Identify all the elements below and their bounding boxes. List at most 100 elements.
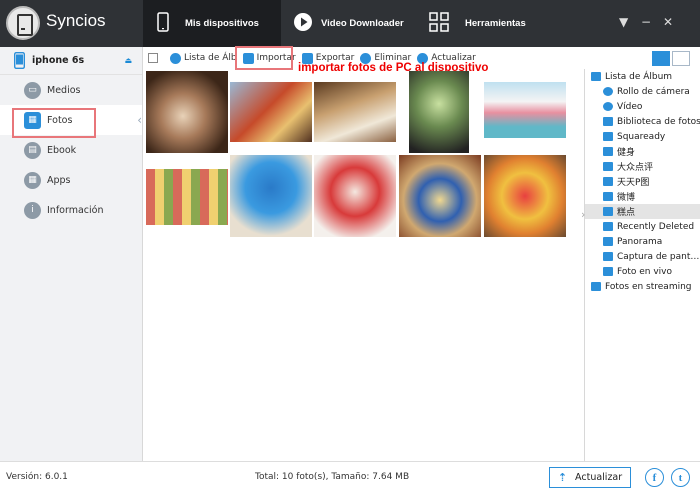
minimize-icon[interactable]: − bbox=[641, 15, 651, 29]
album-label: 大众点评 bbox=[617, 163, 654, 173]
album-label: Biblioteca de fotos bbox=[617, 116, 700, 127]
photo-thumbnail[interactable] bbox=[484, 155, 566, 237]
album-item[interactable]: Rollo de cámera bbox=[585, 84, 700, 99]
album-label: 天天P图 bbox=[617, 178, 650, 188]
album-icon bbox=[603, 132, 613, 141]
photo-thumbnail[interactable] bbox=[409, 71, 469, 153]
photo-thumbnail[interactable] bbox=[230, 82, 312, 142]
sidebar-item-ebook[interactable]: ▤ Ebook bbox=[0, 135, 142, 165]
nav-label: Mis dispositivos bbox=[185, 18, 259, 29]
facebook-icon[interactable]: f bbox=[645, 468, 664, 487]
eject-icon[interactable]: ⏏ bbox=[124, 56, 132, 65]
back-arrow-icon bbox=[170, 52, 181, 64]
album-label: Captura de pant… bbox=[617, 251, 700, 262]
album-label: Rollo de cámera bbox=[617, 86, 690, 97]
nav-tools[interactable]: Herramientas bbox=[419, 0, 557, 47]
menu-dropdown-icon[interactable]: ▼ bbox=[619, 15, 628, 29]
status-bar: Versión: 6.0.1 Total: 10 foto(s), Tamaño… bbox=[0, 461, 700, 492]
tv-icon: ▭ bbox=[24, 81, 41, 99]
nav-label: Herramientas bbox=[465, 18, 526, 29]
album-icon bbox=[603, 147, 613, 156]
album-item[interactable]: Fotos en streaming bbox=[585, 279, 700, 294]
album-item[interactable]: 微博 bbox=[585, 189, 700, 204]
photo-thumbnail[interactable] bbox=[314, 82, 396, 142]
photo-thumbnail[interactable] bbox=[314, 155, 396, 237]
album-icon bbox=[603, 207, 613, 216]
sidebar-item-label: Información bbox=[47, 204, 104, 216]
album-label: 糕点 bbox=[617, 208, 636, 218]
album-item[interactable]: Vídeo bbox=[585, 99, 700, 114]
album-item[interactable]: Biblioteca de fotos bbox=[585, 114, 700, 129]
twitter-icon[interactable]: t bbox=[671, 468, 690, 487]
album-panel: › Lista de Álbum Rollo de cámera Vídeo B… bbox=[581, 69, 700, 461]
update-button[interactable]: ⇡ Actualizar bbox=[549, 467, 631, 488]
import-highlight-box bbox=[235, 46, 293, 70]
photos-highlight-box bbox=[12, 108, 96, 138]
album-label: Fotos en streaming bbox=[605, 281, 692, 292]
grid-icon bbox=[429, 12, 449, 35]
nav-video-downloader[interactable]: Video Downloader bbox=[281, 0, 419, 47]
album-icon bbox=[603, 117, 613, 126]
album-item[interactable]: Foto en vivo bbox=[585, 264, 700, 279]
sidebar-item-apps[interactable]: ▦ Apps bbox=[0, 165, 142, 195]
syncios-logo-icon bbox=[6, 6, 40, 40]
album-icon bbox=[591, 282, 601, 291]
book-icon: ▤ bbox=[24, 141, 41, 159]
list-view-icon[interactable] bbox=[652, 51, 670, 66]
album-list-label: Lista de Álb bbox=[184, 53, 237, 63]
close-icon[interactable]: ✕ bbox=[663, 15, 673, 29]
album-icon bbox=[603, 192, 613, 201]
grid-view-icon[interactable] bbox=[672, 51, 690, 66]
app-title: Syncios bbox=[46, 11, 106, 30]
total-text: Total: 10 foto(s), Tamaño: 7.64 MB bbox=[255, 472, 410, 482]
album-icon bbox=[603, 177, 613, 186]
album-list-button[interactable]: Lista de Álb bbox=[170, 52, 237, 64]
photo-thumbnail[interactable] bbox=[399, 155, 481, 237]
device-name: iphone 6s bbox=[32, 55, 85, 66]
album-item[interactable]: 大众点评 bbox=[585, 159, 700, 174]
album-item[interactable]: 糕点 bbox=[585, 204, 700, 219]
album-item[interactable]: 健身 bbox=[585, 144, 700, 159]
album-item[interactable]: 天天P图 bbox=[585, 174, 700, 189]
update-label: Actualizar bbox=[575, 472, 623, 483]
camera-icon bbox=[603, 102, 613, 111]
sidebar-item-label: Medios bbox=[47, 84, 81, 96]
album-icon bbox=[603, 162, 613, 171]
camera-icon bbox=[603, 87, 613, 96]
album-label: Recently Deleted bbox=[617, 221, 695, 232]
chevron-right-icon: › bbox=[581, 208, 586, 221]
sidebar-item-info[interactable]: i Información bbox=[0, 195, 142, 225]
album-label: Lista de Álbum bbox=[605, 71, 673, 82]
album-item[interactable]: Lista de Álbum bbox=[585, 69, 700, 84]
album-label: 微博 bbox=[617, 193, 636, 203]
album-item[interactable]: Panorama bbox=[585, 234, 700, 249]
title-bar: Syncios Mis dispositivos Video Downloade… bbox=[0, 0, 700, 47]
album-label: Panorama bbox=[617, 236, 663, 247]
select-all-checkbox[interactable] bbox=[148, 53, 158, 63]
nav-my-devices[interactable]: Mis dispositivos bbox=[143, 0, 281, 47]
play-icon bbox=[293, 12, 313, 35]
version-text: Versión: 6.0.1 bbox=[6, 472, 68, 482]
nav-label: Video Downloader bbox=[321, 18, 404, 29]
chevron-left-icon: ‹ bbox=[137, 113, 142, 127]
album-item[interactable]: Captura de pant… bbox=[585, 249, 700, 264]
sidebar-item-media[interactable]: ▭ Medios bbox=[0, 75, 142, 105]
album-icon bbox=[603, 222, 613, 231]
iphone-icon bbox=[14, 52, 25, 69]
album-item[interactable]: Recently Deleted bbox=[585, 219, 700, 234]
album-label: Foto en vivo bbox=[617, 266, 673, 277]
album-item[interactable]: Squaready bbox=[585, 129, 700, 144]
photo-thumbnail[interactable] bbox=[146, 169, 228, 225]
album-icon bbox=[603, 252, 613, 261]
album-icon bbox=[603, 237, 613, 246]
photo-thumbnail[interactable] bbox=[230, 155, 312, 237]
info-icon: i bbox=[24, 201, 41, 219]
phone-icon bbox=[157, 12, 169, 35]
sidebar-item-label: Ebook bbox=[47, 144, 77, 156]
device-selector[interactable]: iphone 6s ⏏ bbox=[0, 47, 142, 75]
album-icon bbox=[591, 72, 601, 81]
album-label: Squaready bbox=[617, 131, 666, 142]
photo-thumbnail[interactable] bbox=[484, 82, 566, 138]
photo-thumbnail[interactable] bbox=[146, 71, 228, 153]
album-label: 健身 bbox=[617, 148, 636, 158]
